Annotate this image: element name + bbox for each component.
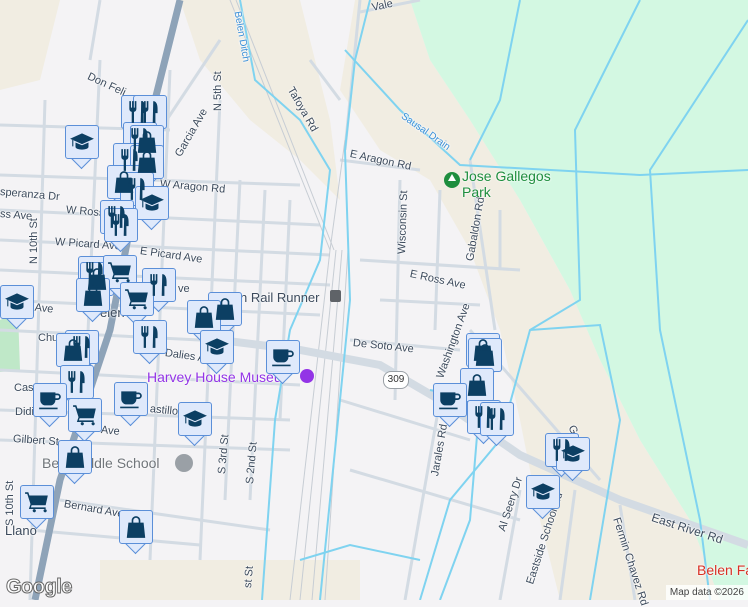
street-label: N 5th St xyxy=(212,71,224,111)
street-label: S 10th St xyxy=(4,480,16,526)
school-icon xyxy=(4,289,30,315)
school-marker[interactable] xyxy=(135,186,169,231)
grocery-icon xyxy=(107,259,133,285)
restaurant-marker[interactable] xyxy=(104,208,138,253)
google-logo: Google xyxy=(6,576,73,599)
street-label: Wisconsin St xyxy=(396,190,411,255)
marker-box xyxy=(178,402,212,436)
grocery-icon xyxy=(124,286,150,312)
marker-box xyxy=(133,95,167,129)
marker-box xyxy=(68,398,102,432)
restaurant-icon xyxy=(108,212,134,238)
shopping-icon xyxy=(191,304,217,330)
belen-label[interactable]: Belen Fa xyxy=(697,562,748,578)
restaurant-icon xyxy=(137,99,163,125)
cafe-icon xyxy=(270,344,296,370)
street-label: ve xyxy=(178,283,190,295)
marker-box xyxy=(76,278,110,312)
school-marker[interactable] xyxy=(200,330,234,375)
school-icon xyxy=(182,406,208,432)
cafe-icon xyxy=(437,387,463,413)
marker-box xyxy=(133,320,167,354)
school-icon xyxy=(560,441,586,467)
map-attribution[interactable]: Map data ©2026 xyxy=(665,585,748,600)
park-label[interactable]: Jose Gallegos Park xyxy=(462,168,552,200)
rail-station-label[interactable]: n Rail Runner xyxy=(240,290,320,305)
school-marker[interactable] xyxy=(65,125,99,170)
street-label: Cas xyxy=(14,382,34,394)
school-icon xyxy=(139,190,165,216)
route-309-shield: 309 xyxy=(383,371,409,389)
marker-box xyxy=(200,330,234,364)
marker-box xyxy=(480,402,514,436)
shopping-marker[interactable] xyxy=(76,278,110,323)
shopping-icon xyxy=(123,514,149,540)
marker-box xyxy=(433,383,467,417)
shopping-icon xyxy=(60,337,86,363)
shopping-icon xyxy=(464,372,490,398)
marker-box xyxy=(119,510,153,544)
restaurant-icon xyxy=(137,324,163,350)
school-pin-icon[interactable] xyxy=(175,454,193,472)
grocery-icon xyxy=(72,402,98,428)
school-icon xyxy=(69,129,95,155)
school-marker[interactable] xyxy=(556,437,590,482)
marker-box xyxy=(103,255,137,289)
marker-box xyxy=(33,383,67,417)
shopping-icon xyxy=(80,282,106,308)
school-icon xyxy=(530,479,556,505)
grocery-marker[interactable] xyxy=(68,398,102,443)
school-marker[interactable] xyxy=(526,475,560,520)
restaurant-icon xyxy=(484,406,510,432)
marker-box xyxy=(526,475,560,509)
museum-pin-icon[interactable] xyxy=(300,369,314,383)
marker-box xyxy=(60,365,94,399)
shopping-icon xyxy=(134,149,160,175)
marker-box xyxy=(0,285,34,319)
marker-box xyxy=(468,338,502,372)
school-marker[interactable] xyxy=(0,285,34,330)
marker-box xyxy=(556,437,590,471)
marker-box xyxy=(65,125,99,159)
school-marker[interactable] xyxy=(178,402,212,447)
grocery-marker[interactable] xyxy=(20,485,54,530)
cafe-icon xyxy=(118,386,144,412)
restaurant-marker[interactable] xyxy=(133,320,167,365)
land-area xyxy=(180,0,340,200)
train-station-icon[interactable] xyxy=(330,290,341,302)
street-label: N 10th St xyxy=(28,218,40,264)
cafe-marker[interactable] xyxy=(33,383,67,428)
marker-box xyxy=(56,333,90,367)
marker-box xyxy=(187,300,221,334)
restaurant-marker[interactable] xyxy=(480,402,514,447)
marker-box xyxy=(114,382,148,416)
grocery-icon xyxy=(24,489,50,515)
shopping-icon xyxy=(62,444,88,470)
marker-box xyxy=(266,340,300,374)
cafe-icon xyxy=(37,387,63,413)
restaurant-icon xyxy=(64,369,90,395)
shopping-marker[interactable] xyxy=(119,510,153,555)
cafe-marker[interactable] xyxy=(114,382,148,427)
cafe-marker[interactable] xyxy=(266,340,300,385)
marker-box xyxy=(104,208,138,242)
school-icon xyxy=(204,334,230,360)
grocery-marker[interactable] xyxy=(120,282,154,327)
street-label: Ave xyxy=(100,424,121,438)
marker-box xyxy=(120,282,154,316)
cafe-marker[interactable] xyxy=(433,383,467,428)
street-label: st St xyxy=(242,565,256,589)
marker-box xyxy=(460,368,494,402)
shopping-icon xyxy=(472,342,498,368)
land-area xyxy=(0,0,60,90)
shopping-marker[interactable] xyxy=(58,440,92,485)
marker-box xyxy=(58,440,92,474)
marker-box xyxy=(20,485,54,519)
street-label: Didi xyxy=(15,406,34,418)
marker-box xyxy=(135,186,169,220)
